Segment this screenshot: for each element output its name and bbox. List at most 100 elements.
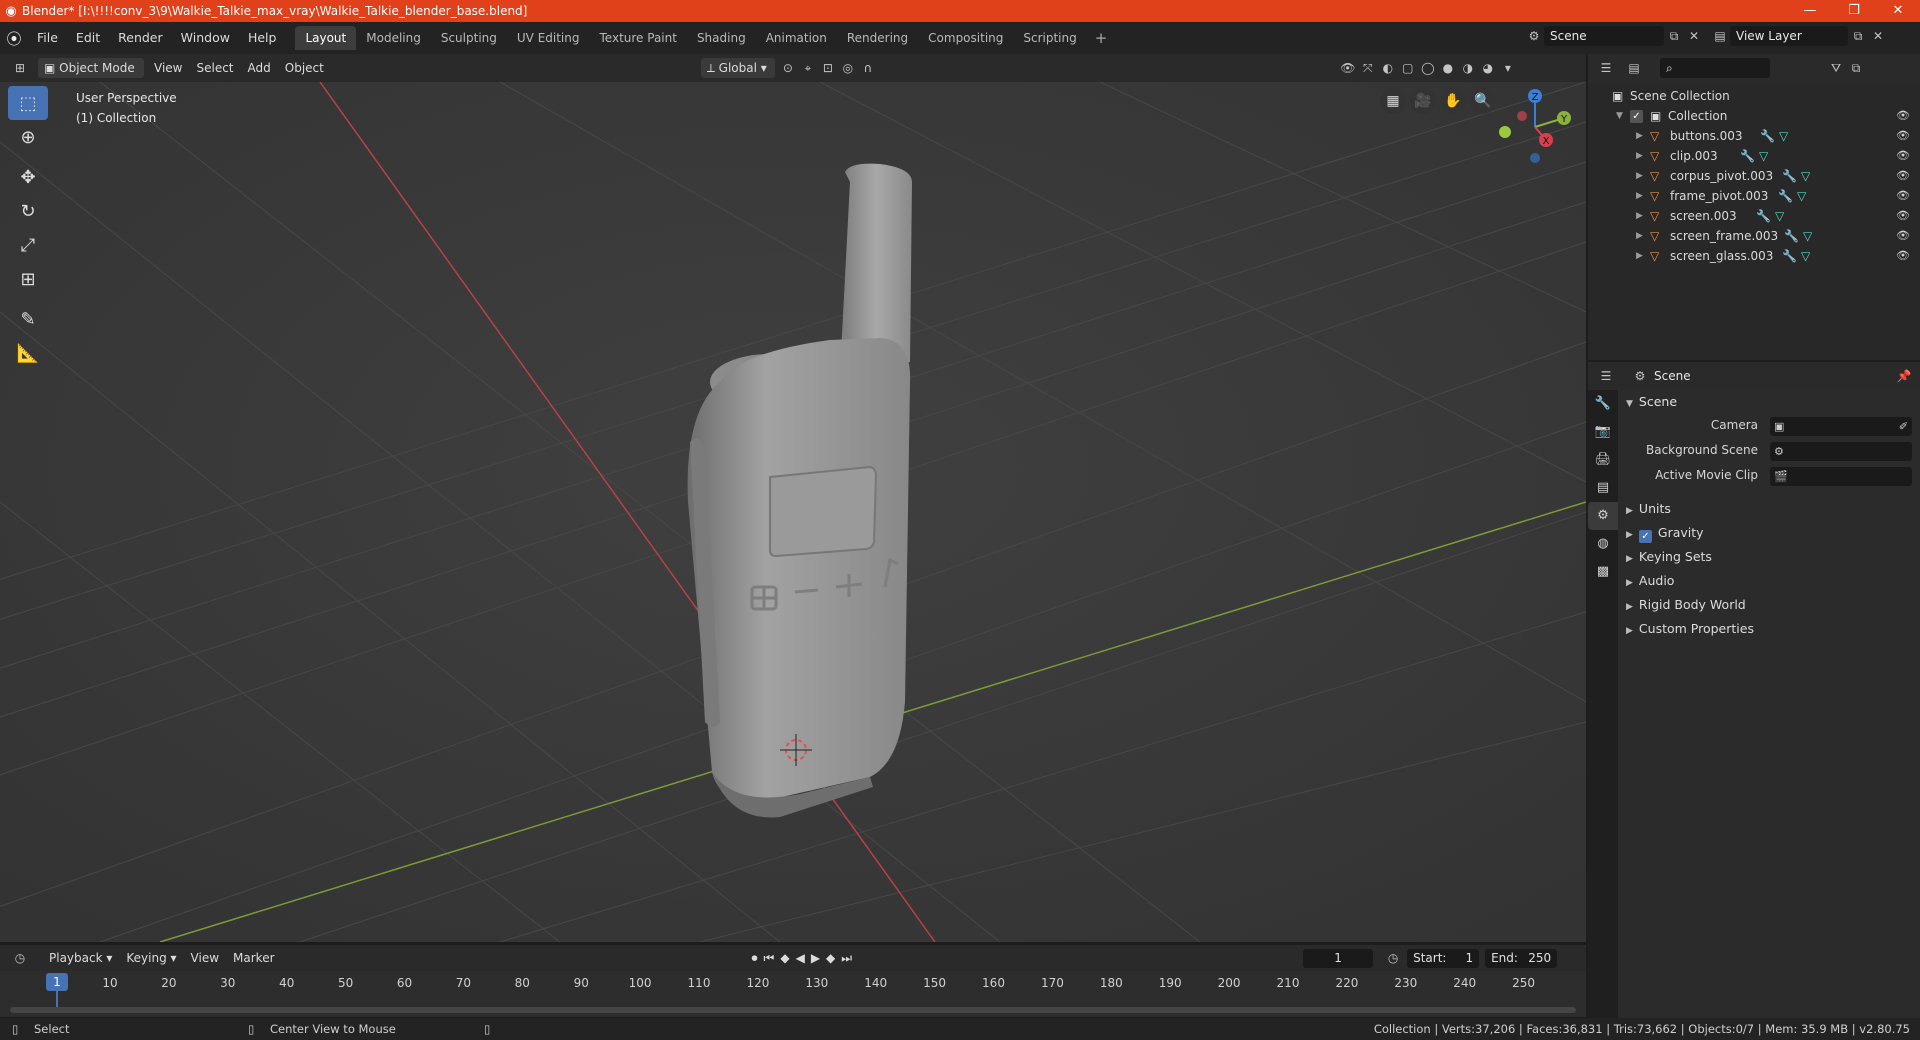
- gravity-panel[interactable]: ▶ ✓ Gravity: [1618, 521, 1920, 545]
- texture-tab-icon[interactable]: ▩: [1588, 558, 1618, 586]
- modifier-wrench-icon[interactable]: 🔧 ▽: [1784, 226, 1812, 246]
- rotate-tool-icon[interactable]: ↻: [8, 194, 48, 228]
- object-visibility-icon[interactable]: 👁: [1896, 166, 1910, 186]
- tab-uv-editing[interactable]: UV Editing: [507, 26, 590, 50]
- collection-visibility-icon[interactable]: 👁: [1896, 106, 1910, 126]
- outliner-row-object[interactable]: ▶ ▽ frame_pivot.003 🔧 ▽ 👁: [1588, 186, 1920, 206]
- tab-layout[interactable]: Layout: [295, 26, 357, 50]
- outliner-search-input[interactable]: ⌕: [1660, 58, 1770, 78]
- tab-compositing[interactable]: Compositing: [918, 26, 1013, 50]
- start-frame-field[interactable]: Start: 1: [1407, 948, 1480, 968]
- menu-edit[interactable]: Edit: [67, 22, 109, 54]
- menu-file[interactable]: File: [28, 22, 67, 54]
- eyedropper-icon[interactable]: ✐: [1899, 417, 1908, 436]
- modifier-wrench-icon[interactable]: 🔧 ▽: [1782, 246, 1810, 266]
- tab-sculpting[interactable]: Sculpting: [431, 26, 507, 50]
- expand-object-icon[interactable]: ▶: [1636, 186, 1643, 206]
- wireframe-shading-icon[interactable]: ◯: [1418, 58, 1438, 78]
- viewport-menu-add[interactable]: Add: [241, 61, 278, 75]
- view-layer-tab-icon[interactable]: ▤: [1588, 474, 1618, 502]
- modifier-wrench-icon[interactable]: 🔧 ▽: [1778, 186, 1806, 206]
- jump-start-icon[interactable]: ⏮: [764, 951, 775, 966]
- navigation-gizmo[interactable]: Z Y X: [1490, 82, 1580, 172]
- play-icon[interactable]: ▶: [811, 951, 820, 965]
- object-visibility-icon[interactable]: 👁: [1896, 186, 1910, 206]
- add-workspace-icon[interactable]: +: [1087, 29, 1116, 47]
- falloff-icon[interactable]: ∩: [858, 58, 878, 78]
- tab-rendering[interactable]: Rendering: [837, 26, 918, 50]
- output-tab-icon[interactable]: 🖨: [1588, 446, 1618, 474]
- measure-tool-icon[interactable]: 📐: [8, 336, 48, 370]
- modifier-wrench-icon[interactable]: 🔧 ▽: [1740, 146, 1768, 166]
- tab-modeling[interactable]: Modeling: [356, 26, 431, 50]
- object-mode-dropdown[interactable]: ▣ Object Mode ▾: [38, 58, 144, 95]
- overlay-toggle-icon[interactable]: ◐: [1378, 58, 1398, 78]
- current-frame-field[interactable]: 1: [1303, 948, 1374, 968]
- playhead-frame[interactable]: 1: [46, 973, 68, 991]
- outliner-row-object[interactable]: ▶ ▽ screen_glass.003 🔧 ▽ 👁: [1588, 246, 1920, 266]
- world-tab-icon[interactable]: ◍: [1588, 530, 1618, 558]
- timeline-area[interactable]: 10 20 30 40 50 60 70 80 90 100 110 120 130 140 150 160 1…: [0, 971, 1586, 1017]
- tab-texture-paint[interactable]: Texture Paint: [590, 26, 687, 50]
- select-box-tool-icon[interactable]: ⬚: [8, 86, 48, 120]
- tab-scripting[interactable]: Scripting: [1013, 26, 1086, 50]
- expand-object-icon[interactable]: ▶: [1636, 226, 1643, 246]
- display-mode-icon[interactable]: ▤: [1624, 58, 1644, 78]
- minimize-button[interactable]: —: [1788, 0, 1832, 22]
- camera-field[interactable]: ▣ ✐: [1770, 417, 1912, 436]
- mesh-data-icon[interactable]: ▽: [1775, 209, 1784, 223]
- camera-view-icon[interactable]: 🎥: [1410, 88, 1436, 114]
- move-tool-icon[interactable]: ✥: [8, 160, 48, 194]
- view-layer-selector[interactable]: View Layer: [1730, 26, 1848, 46]
- play-reverse-icon[interactable]: ◀: [796, 951, 805, 965]
- outliner-row-object[interactable]: ▶ ▽ corpus_pivot.003 🔧 ▽ 👁: [1588, 166, 1920, 186]
- jump-end-icon[interactable]: ⏭: [841, 951, 852, 966]
- preview-range-icon[interactable]: ◷: [1383, 948, 1403, 968]
- background-scene-field[interactable]: ⚙: [1770, 442, 1912, 461]
- units-panel[interactable]: ▶ Units: [1618, 497, 1920, 521]
- solid-shading-icon[interactable]: ●: [1438, 58, 1458, 78]
- mesh-data-icon[interactable]: ▽: [1801, 169, 1810, 183]
- audio-panel[interactable]: ▶ Audio: [1618, 569, 1920, 593]
- expand-object-icon[interactable]: ▶: [1636, 246, 1643, 266]
- outliner-row-object[interactable]: ▶ ▽ screen.003 🔧 ▽ 👁: [1588, 206, 1920, 226]
- timeline-scrollbar[interactable]: [10, 1007, 1576, 1013]
- next-keyframe-icon[interactable]: ◆: [826, 951, 835, 965]
- blender-logo-icon[interactable]: ⦿: [0, 28, 28, 49]
- mesh-data-icon[interactable]: ▽: [1803, 229, 1812, 243]
- menu-render[interactable]: Render: [109, 22, 172, 54]
- modifier-wrench-icon[interactable]: 🔧 ▽: [1782, 166, 1810, 186]
- orientation-dropdown[interactable]: ⟂ Global ▾: [700, 58, 775, 78]
- viewport-menu-object[interactable]: Object: [278, 61, 331, 75]
- pivot-point-icon[interactable]: ⊙: [778, 58, 798, 78]
- timeline-menu-keying[interactable]: Keying ▾: [119, 951, 183, 965]
- render-tab-icon[interactable]: 📷: [1588, 418, 1618, 446]
- keying-sets-panel[interactable]: ▶ Keying Sets: [1618, 545, 1920, 569]
- record-icon[interactable]: ⏺: [752, 951, 758, 966]
- custom-properties-panel[interactable]: ▶ Custom Properties: [1618, 617, 1920, 641]
- mesh-data-icon[interactable]: ▽: [1759, 149, 1768, 163]
- gizmo-neg-z-icon[interactable]: [1530, 153, 1540, 163]
- rendered-shading-icon[interactable]: ◕: [1478, 58, 1498, 78]
- material-shading-icon[interactable]: ◑: [1458, 58, 1478, 78]
- modifier-wrench-icon[interactable]: 🔧 ▽: [1760, 126, 1788, 146]
- outliner-row-object[interactable]: ▶ ▽ screen_frame.003 🔧 ▽ 👁: [1588, 226, 1920, 246]
- tool-tab-icon[interactable]: 🔧: [1588, 390, 1618, 418]
- snap-icon[interactable]: ⌖: [798, 58, 818, 78]
- mesh-data-icon[interactable]: ▽: [1779, 129, 1788, 143]
- view-layer-icon[interactable]: ▤: [1710, 26, 1730, 46]
- object-visibility-icon[interactable]: 👁: [1896, 146, 1910, 166]
- shading-options-icon[interactable]: ▾: [1498, 58, 1518, 78]
- gravity-checkbox[interactable]: ✓: [1638, 530, 1652, 543]
- delete-scene-icon[interactable]: ✕: [1684, 26, 1704, 46]
- scene-tab-icon[interactable]: ⚙: [1588, 502, 1618, 530]
- close-button[interactable]: ✕: [1876, 0, 1920, 22]
- expand-object-icon[interactable]: ▶: [1636, 166, 1643, 186]
- timeline-menu-playback[interactable]: Playback ▾: [42, 951, 119, 965]
- expand-collection-icon[interactable]: ▼: [1616, 106, 1623, 126]
- menu-window[interactable]: Window: [172, 22, 239, 54]
- properties-editor-type-icon[interactable]: ☰: [1596, 366, 1616, 386]
- scene-selector[interactable]: Scene: [1544, 26, 1664, 46]
- gizmo-neg-y-icon[interactable]: [1499, 126, 1511, 138]
- object-visibility-icon[interactable]: 👁: [1896, 226, 1910, 246]
